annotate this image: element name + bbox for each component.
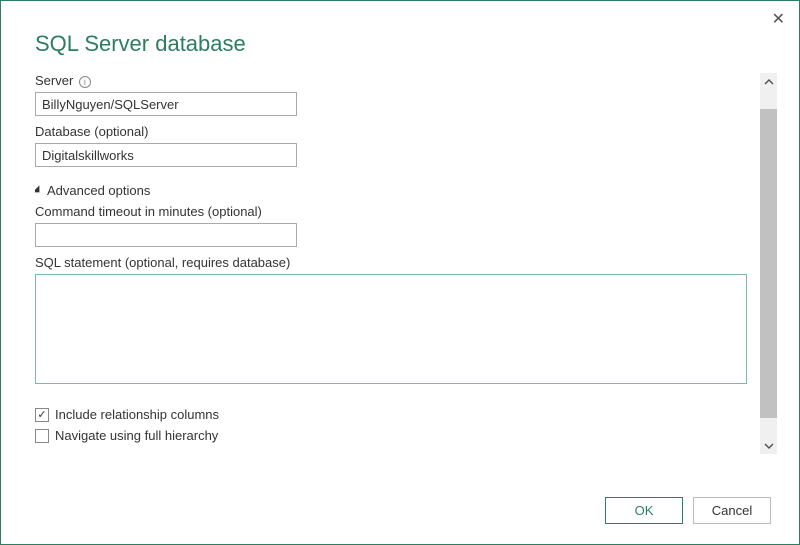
sql-label: SQL statement (optional, requires databa… bbox=[35, 255, 747, 270]
checkbox-box-unchecked bbox=[35, 429, 49, 443]
scroll-down-icon[interactable] bbox=[760, 437, 777, 454]
timeout-input[interactable] bbox=[35, 223, 297, 247]
ok-button[interactable]: OK bbox=[605, 497, 683, 524]
advanced-options-label: Advanced options bbox=[47, 183, 150, 198]
include-relationship-label: Include relationship columns bbox=[55, 407, 219, 422]
server-label-text: Server bbox=[35, 73, 73, 88]
sql-statement-input[interactable] bbox=[35, 274, 747, 384]
include-relationship-checkbox[interactable]: ✓ Include relationship columns bbox=[35, 407, 747, 422]
server-input[interactable] bbox=[35, 92, 297, 116]
dialog-title: SQL Server database bbox=[1, 1, 799, 71]
cancel-button[interactable]: Cancel bbox=[693, 497, 771, 524]
close-icon[interactable]: ✕ bbox=[772, 9, 785, 29]
database-input[interactable] bbox=[35, 143, 297, 167]
server-label: Server i bbox=[35, 73, 747, 88]
database-label: Database (optional) bbox=[35, 124, 747, 139]
timeout-label: Command timeout in minutes (optional) bbox=[35, 204, 747, 219]
sql-field-group: SQL statement (optional, requires databa… bbox=[35, 255, 747, 399]
checkbox-box-checked: ✓ bbox=[35, 408, 49, 422]
scrollbar[interactable] bbox=[760, 73, 777, 454]
navigate-full-hierarchy-label: Navigate using full hierarchy bbox=[55, 428, 218, 443]
database-field-group: Database (optional) bbox=[35, 124, 747, 167]
advanced-options-toggle[interactable]: Advanced options bbox=[35, 183, 747, 198]
timeout-field-group: Command timeout in minutes (optional) bbox=[35, 204, 747, 247]
scrollbar-thumb[interactable] bbox=[760, 109, 777, 418]
form-content: Server i Database (optional) Advanced op… bbox=[35, 73, 747, 454]
dialog-footer: OK Cancel bbox=[605, 497, 771, 524]
info-icon[interactable]: i bbox=[79, 76, 91, 88]
scroll-up-icon[interactable] bbox=[760, 73, 777, 90]
server-field-group: Server i bbox=[35, 73, 747, 116]
navigate-full-hierarchy-checkbox[interactable]: Navigate using full hierarchy bbox=[35, 428, 747, 443]
